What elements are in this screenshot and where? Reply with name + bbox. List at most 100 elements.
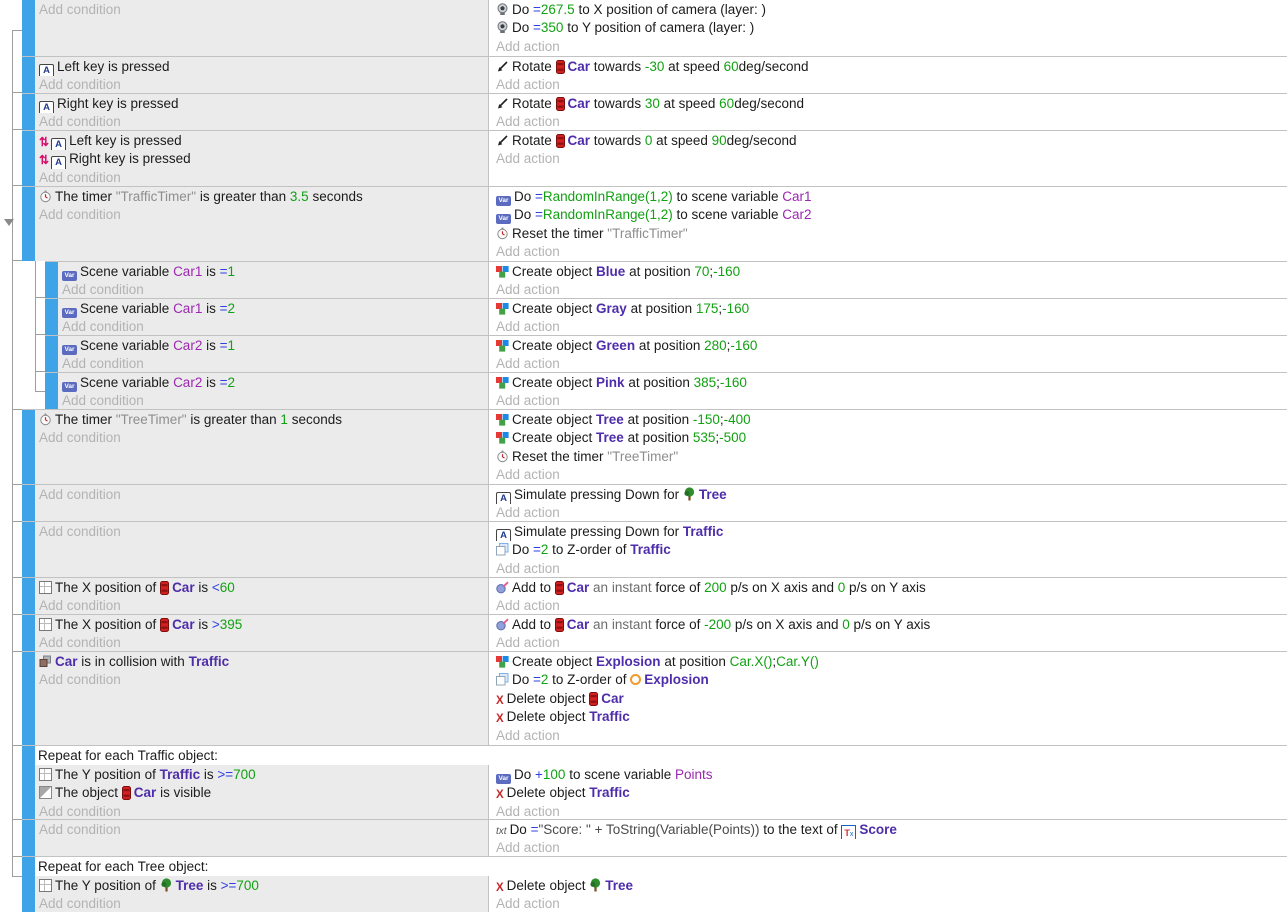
condition-line[interactable]: VarScene variable Car1 is =2 [62, 300, 484, 318]
add-action-button[interactable]: Add action [496, 38, 1283, 56]
event-selection-bar[interactable] [22, 522, 35, 577]
event-selection-bar[interactable] [45, 373, 58, 409]
action-line[interactable]: Reset the timer "TreeTimer" [496, 448, 1283, 466]
add-condition-button[interactable]: Add condition [39, 597, 484, 614]
event-selection-bar[interactable] [22, 131, 35, 186]
condition-line[interactable]: VarScene variable Car2 is =2 [62, 374, 484, 392]
event-selection-bar[interactable] [22, 187, 35, 261]
condition-line[interactable]: VarScene variable Car1 is =1 [62, 263, 484, 281]
action-line[interactable]: Reset the timer "TrafficTimer" [496, 225, 1283, 243]
action-line[interactable]: Create object Green at position 280;-160 [496, 337, 1283, 355]
add-condition-button[interactable]: Add condition [39, 523, 484, 541]
add-condition-button[interactable]: Add condition [39, 169, 484, 186]
text: p/s on Y axis [845, 580, 926, 595]
add-condition-button[interactable]: Add condition [62, 318, 484, 335]
add-condition-button[interactable]: Add condition [39, 895, 484, 912]
add-condition-button[interactable]: Add condition [39, 76, 484, 93]
add-condition-button[interactable]: Add condition [39, 671, 484, 689]
event-selection-bar[interactable] [22, 820, 35, 856]
action-line[interactable]: XDelete object Car [496, 690, 1283, 708]
event-selection-bar[interactable] [22, 615, 35, 651]
event-selection-bar[interactable] [22, 652, 35, 745]
add-action-button[interactable]: Add action [496, 318, 1283, 335]
add-condition-button[interactable]: Add condition [39, 113, 484, 130]
action-line[interactable]: VarDo =RandomInRange(1,2) to scene varia… [496, 206, 1283, 224]
add-condition-button[interactable]: Add condition [39, 429, 484, 447]
condition-line[interactable]: ARight key is pressed [39, 95, 484, 113]
condition-line[interactable]: The Y position of Traffic is >=700 [39, 766, 484, 784]
collapse-arrow-icon[interactable] [4, 219, 14, 226]
action-line[interactable]: ASimulate pressing Down for Tree [496, 486, 1283, 504]
action-line[interactable]: Do =350 to Y position of camera (layer: … [496, 19, 1283, 37]
add-condition-button[interactable]: Add condition [39, 1, 484, 19]
action-line[interactable]: Create object Gray at position 175;-160 [496, 300, 1283, 318]
action-line[interactable]: XDelete object Tree [496, 877, 1283, 895]
action-line[interactable]: Rotate Car towards -30 at speed 60deg/se… [496, 58, 1283, 76]
add-condition-button[interactable]: Add condition [62, 355, 484, 372]
condition-line[interactable]: The object Car is visible [39, 784, 484, 802]
add-action-button[interactable]: Add action [496, 634, 1283, 651]
add-condition-button[interactable]: Add condition [62, 392, 484, 409]
condition-line[interactable]: ⇅ARight key is pressed [39, 150, 484, 168]
event-selection-bar[interactable] [22, 94, 35, 130]
add-action-button[interactable]: Add action [496, 895, 1283, 912]
action-line[interactable]: Do =2 to Z-order of Traffic [496, 541, 1283, 559]
event-selection-bar[interactable] [22, 485, 35, 521]
add-action-button[interactable]: Add action [496, 560, 1283, 577]
add-action-button[interactable]: Add action [496, 113, 1283, 130]
add-condition-button[interactable]: Add condition [39, 634, 484, 651]
add-condition-button[interactable]: Add condition [39, 486, 484, 504]
action-line[interactable]: Create object Tree at position -150;-400 [496, 411, 1283, 429]
action-line[interactable]: ASimulate pressing Down for Traffic [496, 523, 1283, 541]
condition-line[interactable]: VarScene variable Car2 is =1 [62, 337, 484, 355]
add-action-button[interactable]: Add action [496, 466, 1283, 484]
add-action-button[interactable]: Add action [496, 76, 1283, 93]
action-line[interactable]: Rotate Car towards 30 at speed 60deg/sec… [496, 95, 1283, 113]
action-line[interactable]: txtDo ="Score: " + ToString(Variable(Poi… [496, 821, 1283, 839]
event-selection-bar[interactable] [22, 746, 35, 819]
action-line[interactable]: XDelete object Traffic [496, 784, 1283, 802]
add-condition-button[interactable]: Add condition [39, 206, 484, 224]
event-selection-bar[interactable] [22, 57, 35, 93]
event-selection-bar[interactable] [45, 336, 58, 372]
add-action-button[interactable]: Add action [496, 839, 1283, 856]
action-line[interactable]: Create object Pink at position 385;-160 [496, 374, 1283, 392]
add-condition-button[interactable]: Add condition [62, 281, 484, 298]
event-selection-bar[interactable] [22, 410, 35, 484]
action-line[interactable]: XDelete object Traffic [496, 708, 1283, 726]
add-action-button[interactable]: Add action [496, 597, 1283, 614]
condition-line[interactable]: The timer "TrafficTimer" is greater than… [39, 188, 484, 206]
condition-line[interactable]: The timer "TreeTimer" is greater than 1 … [39, 411, 484, 429]
add-action-button[interactable]: Add action [496, 392, 1283, 409]
event-selection-bar[interactable] [45, 262, 58, 298]
add-action-button[interactable]: Add action [496, 727, 1283, 745]
action-line[interactable]: Do =267.5 to X position of camera (layer… [496, 1, 1283, 19]
event-selection-bar[interactable] [22, 857, 35, 912]
add-condition-button[interactable]: Add condition [39, 821, 484, 839]
add-action-button[interactable]: Add action [496, 355, 1283, 372]
action-line[interactable]: Create object Explosion at position Car.… [496, 653, 1283, 671]
condition-line[interactable]: Car is in collision with Traffic [39, 653, 484, 671]
repeat-header[interactable]: Repeat for each Traffic object: [35, 746, 1287, 765]
action-line[interactable]: Do =2 to Z-order of Explosion [496, 671, 1283, 689]
event-selection-bar[interactable] [22, 0, 35, 56]
condition-line[interactable]: The X position of Car is <60 [39, 579, 484, 597]
action-line[interactable]: Create object Tree at position 535;-500 [496, 429, 1283, 447]
action-line[interactable]: Create object Blue at position 70;-160 [496, 263, 1283, 281]
add-action-button[interactable]: Add action [496, 243, 1283, 261]
add-action-button[interactable]: Add action [496, 150, 1283, 168]
action-line[interactable]: Rotate Car towards 0 at speed 90deg/seco… [496, 132, 1283, 150]
repeat-header[interactable]: Repeat for each Tree object: [35, 857, 1287, 876]
action-line[interactable]: Add to Car an instant force of -200 p/s … [496, 616, 1283, 634]
condition-line[interactable]: The Y position of Tree is >=700 [39, 877, 484, 895]
condition-line[interactable]: The X position of Car is >395 [39, 616, 484, 634]
event-selection-bar[interactable] [45, 299, 58, 335]
add-action-button[interactable]: Add action [496, 281, 1283, 298]
condition-line[interactable]: ⇅ALeft key is pressed [39, 132, 484, 150]
event-selection-bar[interactable] [22, 578, 35, 614]
add-action-button[interactable]: Add action [496, 504, 1283, 521]
action-line[interactable]: VarDo +100 to scene variable Points [496, 766, 1283, 784]
action-line[interactable]: VarDo =RandomInRange(1,2) to scene varia… [496, 188, 1283, 206]
action-line[interactable]: Add to Car an instant force of 200 p/s o… [496, 579, 1283, 597]
condition-line[interactable]: ALeft key is pressed [39, 58, 484, 76]
